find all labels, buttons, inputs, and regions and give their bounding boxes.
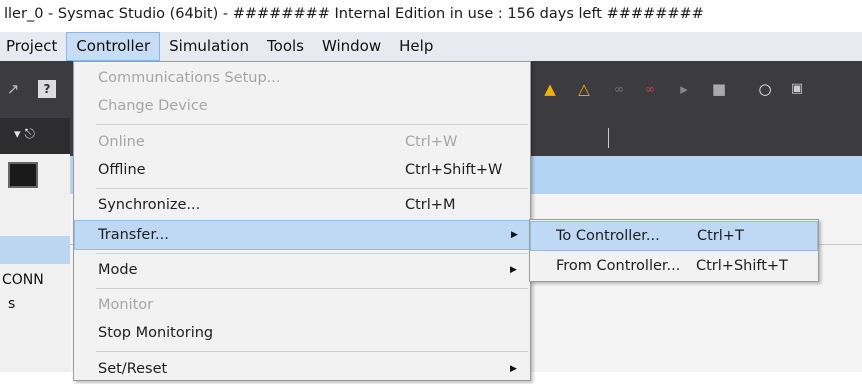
cursor-marker [608, 128, 609, 148]
help-icon[interactable]: ? [38, 80, 56, 98]
menu-item-shortcut: Ctrl+Shift+W [405, 162, 503, 178]
device-icon[interactable] [8, 162, 38, 188]
panel-header: ▾ ⎋ [0, 118, 70, 154]
link-red-icon[interactable]: ∞ [641, 80, 659, 98]
menu-item-change-device[interactable]: Change Device [74, 91, 530, 121]
menu-item-offline[interactable]: Offline Ctrl+Shift+W [74, 155, 530, 185]
menu-controller[interactable]: Controller [66, 32, 161, 61]
submenu-arrow-icon: ▶ [510, 265, 517, 275]
menu-item-shortcut: Ctrl+M [405, 197, 456, 213]
menu-item-mode[interactable]: Mode ▶ [74, 255, 530, 285]
menu-item-stop-monitoring[interactable]: Stop Monitoring [74, 318, 530, 348]
tree-label-conn: CONN [2, 272, 44, 288]
window-title: ller_0 - Sysmac Studio (64bit) - #######… [0, 0, 862, 32]
monitor-icon[interactable]: ▣ [788, 80, 806, 98]
menu-separator [96, 124, 528, 125]
menu-item-label: Offline [98, 162, 146, 178]
menu-separator [96, 188, 528, 189]
menu-item-online[interactable]: Online Ctrl+W [74, 127, 530, 157]
transfer-to-icon[interactable]: ▸ [675, 80, 693, 98]
menu-tools[interactable]: Tools [258, 32, 313, 61]
warning-icon[interactable]: ▲ [541, 80, 559, 98]
menu-item-label: Mode [98, 262, 138, 278]
menu-item-label: Communications Setup... [98, 70, 281, 86]
menu-item-communications-setup[interactable]: Communications Setup... [74, 63, 530, 93]
menu-item-set-reset[interactable]: Set/Reset ▶ [74, 354, 530, 384]
menu-item-label: Transfer... [98, 227, 169, 243]
menu-help[interactable]: Help [390, 32, 442, 61]
pin-icon[interactable]: ▾ ⎋ [14, 127, 35, 142]
menu-item-shortcut: Ctrl+W [405, 134, 458, 150]
menu-item-label: Change Device [98, 98, 208, 114]
menu-separator [96, 288, 528, 289]
reset-icon[interactable]: ○ [756, 80, 774, 98]
menu-project[interactable]: Project [0, 32, 66, 61]
warning-strike-icon[interactable]: △ [575, 80, 593, 98]
submenu-item-label: To Controller... [556, 228, 660, 244]
submenu-item-shortcut: Ctrl+T [697, 228, 744, 244]
transfer-from-icon[interactable]: ■ [710, 80, 728, 98]
menu-simulation[interactable]: Simulation [160, 32, 258, 61]
selected-tree-item[interactable] [0, 236, 70, 264]
link-icon[interactable]: ∞ [610, 80, 628, 98]
tree-label-s: s [8, 296, 16, 312]
menu-item-monitor[interactable]: Monitor [74, 290, 530, 320]
submenu-item-to-controller[interactable]: To Controller... Ctrl+T [530, 221, 818, 251]
submenu-item-shortcut: Ctrl+Shift+T [696, 258, 788, 274]
menu-bar: Project Controller Simulation Tools Wind… [0, 32, 862, 61]
menu-item-label: Stop Monitoring [98, 325, 214, 341]
menu-item-label: Monitor [98, 297, 154, 313]
submenu-item-from-controller[interactable]: From Controller... Ctrl+Shift+T [530, 251, 818, 281]
menu-separator [96, 351, 528, 352]
submenu-item-label: From Controller... [556, 258, 681, 274]
transfer-submenu: To Controller... Ctrl+T From Controller.… [529, 219, 819, 282]
menu-item-transfer[interactable]: Transfer... ▶ [74, 220, 530, 250]
menu-item-label: Online [98, 134, 145, 150]
menu-item-synchronize[interactable]: Synchronize... Ctrl+M [74, 190, 530, 220]
arrow-icon[interactable]: ↗ [4, 80, 22, 98]
menu-window[interactable]: Window [313, 32, 390, 61]
menu-item-label: Synchronize... [98, 197, 201, 213]
left-panel: ▾ ⎋ CONN s [0, 118, 70, 372]
submenu-arrow-icon: ▶ [511, 230, 518, 240]
menu-separator [96, 253, 528, 254]
controller-menu: Communications Setup... Change Device On… [73, 61, 531, 381]
submenu-arrow-icon: ▶ [510, 364, 517, 374]
menu-item-label: Set/Reset [98, 361, 168, 377]
